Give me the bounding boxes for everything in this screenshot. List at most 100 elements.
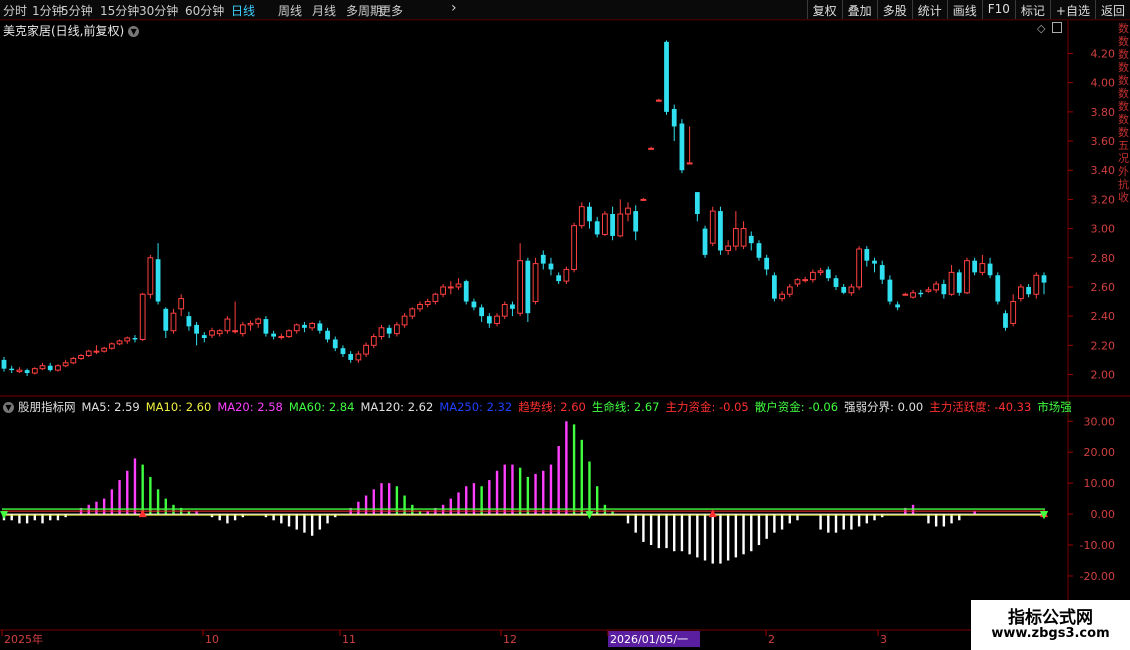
candle-body-down: [47, 365, 53, 371]
candle-body-down: [718, 211, 723, 251]
candle-body-down: [486, 316, 492, 324]
time-tick-label: 2025年: [4, 632, 43, 646]
osc-bar: [842, 514, 845, 530]
osc-bar: [757, 514, 761, 546]
osc-bar: [126, 470, 129, 515]
candle-body-up: [1010, 301, 1017, 324]
chevron-down-icon[interactable]: ▼: [3, 402, 14, 413]
legend-item-13: 市场强弱: -40.33: [1037, 400, 1071, 414]
buy-signal-arrow: [138, 509, 147, 518]
candle-body-down: [864, 249, 870, 261]
osc-bar: [750, 514, 753, 552]
legend-item-6: MA250: 2.32: [439, 400, 513, 414]
candle-body-up: [432, 293, 439, 303]
osc-bar: [827, 514, 830, 533]
candle-body-up: [625, 207, 631, 215]
candle-body-up: [617, 213, 624, 237]
candle-body-up: [902, 293, 909, 296]
candle-body-up: [216, 330, 223, 335]
osc-bar: [372, 489, 375, 515]
right-strip-item-2: 数: [1118, 48, 1129, 61]
candle-body-up: [810, 271, 816, 281]
osc-bar: [503, 464, 506, 515]
candle-body-down: [332, 339, 338, 349]
osc-bar: [572, 424, 576, 515]
osc-bar: [857, 514, 861, 527]
candle-body-up: [139, 293, 146, 340]
candle-body-up: [494, 315, 500, 324]
candle-body-down: [764, 257, 770, 270]
osc-bar: [580, 439, 583, 515]
candle-body-up: [732, 228, 739, 247]
candle-body-down: [325, 330, 330, 340]
candle-body-up: [16, 369, 23, 373]
price-tick-label: 4.00: [1091, 77, 1116, 90]
osc-bar: [518, 467, 522, 515]
osc-bar: [557, 446, 560, 515]
candle-body-up: [401, 315, 408, 326]
osc-bar: [534, 473, 537, 515]
candle-body-up: [501, 303, 508, 317]
osc-bar: [719, 514, 722, 564]
osc-tick-label: 30.00: [1084, 415, 1116, 428]
time-tick-label: 10: [205, 633, 219, 646]
candle-body-up: [802, 279, 809, 282]
osc-bar: [110, 489, 114, 515]
kline-chart[interactable]: 4.20 4.00 3.80 3.60 3.40 3.20 3.00 2.80 2.60 2.40…: [0, 0, 1130, 650]
candle-body-down: [479, 307, 485, 317]
candle-body-up: [578, 206, 585, 227]
right-strip-item-13: 收: [1118, 191, 1129, 204]
candle-body-down: [132, 338, 138, 340]
legend-item-12: 主力活跃度: -40.33: [929, 400, 1032, 414]
osc-bar: [942, 514, 946, 527]
candle-body-down: [594, 221, 600, 235]
osc-bar: [711, 514, 714, 564]
candle-body-up: [124, 337, 131, 342]
osc-bar: [734, 514, 738, 558]
candle-body-down: [956, 272, 962, 293]
candle-body-down: [679, 123, 685, 171]
osc-bar: [511, 464, 514, 515]
candle-body-up: [964, 260, 970, 294]
candle-body-up: [62, 362, 69, 367]
candle-body-down: [463, 281, 469, 302]
legend-item-1: MA5: 2.59: [81, 400, 140, 414]
candle-body-up: [409, 308, 416, 317]
candle-body-down: [24, 370, 30, 374]
candle-body-up: [31, 368, 38, 374]
candle-body-down: [972, 260, 978, 273]
osc-tick-label: 0.00: [1091, 508, 1116, 521]
osc-bar: [449, 498, 453, 515]
osc-bar: [773, 514, 776, 533]
indicator-legend: ▼ 股朋指标网 MA5: 2.59 MA10: 2.60 MA20: 2.58 MA60:…: [3, 399, 1071, 415]
candle-body-up: [517, 260, 524, 314]
candle-body-up: [108, 343, 115, 349]
legend-item-5: MA120: 2.62: [360, 400, 434, 414]
candle-body-up: [116, 340, 123, 345]
candle-body-up: [232, 330, 238, 333]
osc-bar: [696, 514, 699, 558]
candle-body-down: [633, 211, 639, 232]
osc-bar: [819, 514, 822, 530]
time-tick-label: 2: [768, 633, 775, 646]
candle-body-down: [841, 286, 847, 293]
osc-tick-label: -20.00: [1080, 570, 1115, 583]
osc-bar: [310, 514, 314, 536]
candle-body-up: [239, 324, 246, 335]
time-tick-label: 2026/01/05/一: [610, 633, 688, 646]
osc-bar: [357, 501, 360, 515]
candle-body-up: [648, 147, 654, 150]
candle-body-down: [9, 368, 15, 371]
osc-tick-label: -10.00: [1080, 539, 1115, 552]
legend-item-3: MA20: 2.58: [217, 400, 283, 414]
watermark-title: 指标公式网: [1008, 608, 1093, 628]
osc-bar: [765, 514, 768, 539]
candle-body-up: [363, 344, 369, 355]
candle-body-down: [748, 235, 754, 244]
candle-body-up: [817, 270, 824, 273]
osc-bar: [742, 514, 745, 555]
candle-body-up: [370, 336, 377, 346]
candle-body-up: [447, 286, 454, 289]
price-tick-label: 3.00: [1091, 223, 1116, 236]
price-tick-label: 3.20: [1091, 193, 1116, 206]
